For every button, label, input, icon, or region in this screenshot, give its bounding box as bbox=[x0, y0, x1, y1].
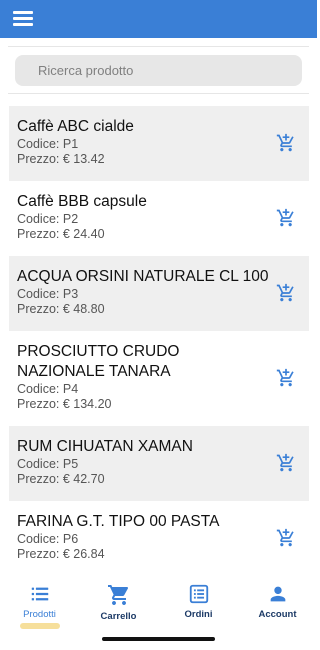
tab-label: Prodotti bbox=[23, 609, 56, 620]
product-item[interactable]: ACQUA ORSINI NATURALE CL 100 Codice: P3 … bbox=[9, 256, 309, 331]
search-bar bbox=[8, 46, 309, 94]
product-item[interactable]: FARINA G.T. TIPO 00 PASTA Codice: P6 Pre… bbox=[9, 501, 309, 573]
tab-label: Account bbox=[258, 609, 297, 620]
tab-ordini[interactable]: Ordini bbox=[159, 583, 238, 627]
product-name: RUM CIHUATAN XAMAN bbox=[17, 438, 193, 455]
add-to-cart-icon[interactable] bbox=[276, 368, 296, 388]
tab-account[interactable]: Account bbox=[238, 583, 317, 627]
product-price: Prezzo: € 48.80 bbox=[17, 302, 105, 316]
product-name: PROSCIUTTO CRUDO NAZIONALE TANARA bbox=[17, 343, 180, 380]
tab-label: Carrello bbox=[100, 611, 137, 622]
product-code: Codice: P6 bbox=[17, 532, 79, 546]
tab-carrello[interactable]: Carrello bbox=[79, 583, 158, 627]
top-app-bar bbox=[0, 0, 317, 38]
add-to-cart-icon[interactable] bbox=[276, 283, 296, 303]
orders-icon bbox=[189, 584, 208, 604]
product-name: Caffè ABC cialde bbox=[17, 118, 134, 135]
add-to-cart-icon[interactable] bbox=[276, 453, 296, 473]
add-to-cart-icon[interactable] bbox=[276, 133, 296, 153]
product-code: Codice: P4 bbox=[17, 382, 79, 396]
add-to-cart-icon[interactable] bbox=[276, 528, 296, 548]
product-price: Prezzo: € 24.40 bbox=[17, 227, 105, 241]
product-name: Caffè BBB capsule bbox=[17, 193, 147, 210]
product-item[interactable]: RUM CIHUATAN XAMAN Codice: P5 Prezzo: € … bbox=[9, 426, 309, 501]
product-item[interactable]: Caffè BBB capsule Codice: P2 Prezzo: € 2… bbox=[9, 181, 309, 256]
account-icon bbox=[270, 586, 285, 602]
product-price: Prezzo: € 13.42 bbox=[17, 152, 105, 166]
product-name: ACQUA ORSINI NATURALE CL 100 bbox=[17, 268, 269, 285]
product-code: Codice: P1 bbox=[17, 137, 79, 151]
product-code: Codice: P2 bbox=[17, 212, 79, 226]
product-price: Prezzo: € 42.70 bbox=[17, 472, 105, 486]
cart-icon bbox=[107, 585, 128, 605]
tab-label: Ordini bbox=[184, 609, 213, 620]
home-indicator bbox=[102, 637, 215, 641]
add-to-cart-icon[interactable] bbox=[276, 208, 296, 228]
product-name: FARINA G.T. TIPO 00 PASTA bbox=[17, 513, 220, 530]
list-icon bbox=[31, 587, 48, 601]
product-item[interactable]: Caffè ABC cialde Codice: P1 Prezzo: € 13… bbox=[9, 106, 309, 181]
product-price: Prezzo: € 134.20 bbox=[17, 397, 112, 411]
product-code: Codice: P3 bbox=[17, 287, 79, 301]
tab-prodotti[interactable]: Prodotti bbox=[0, 583, 79, 627]
search-input[interactable] bbox=[15, 55, 302, 86]
hamburger-menu-icon[interactable] bbox=[13, 11, 33, 27]
product-code: Codice: P5 bbox=[17, 457, 79, 471]
product-item[interactable]: PROSCIUTTO CRUDO NAZIONALE TANARA Codice… bbox=[9, 331, 309, 426]
product-price: Prezzo: € 26.84 bbox=[17, 547, 105, 561]
